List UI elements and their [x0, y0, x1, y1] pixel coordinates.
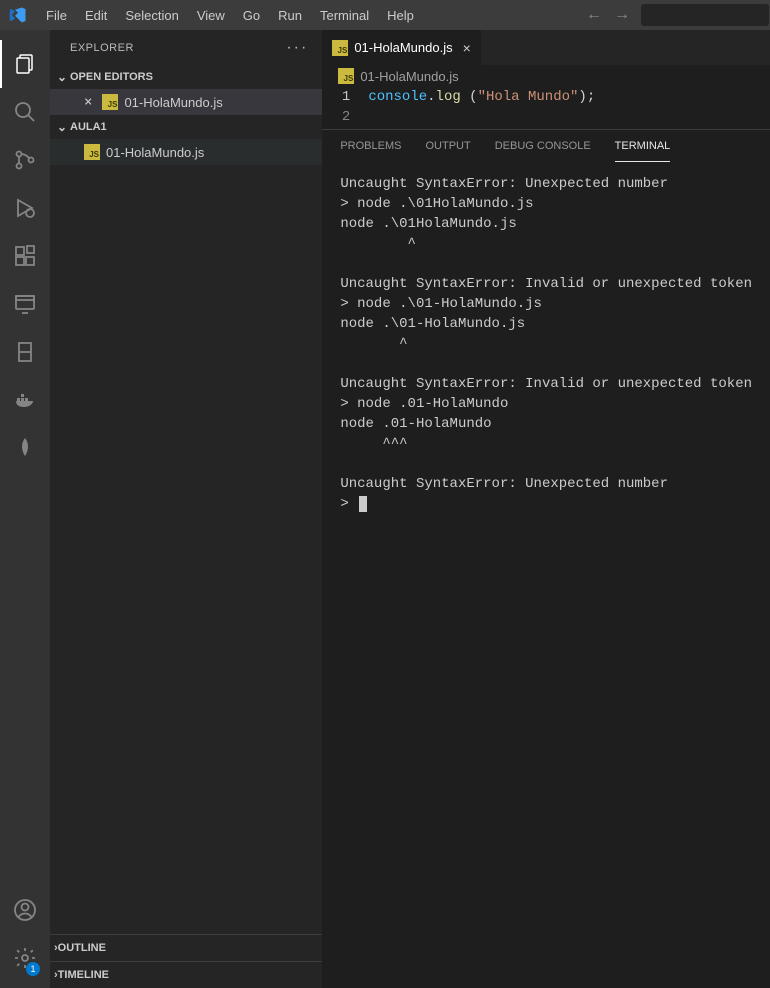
js-file-icon: JS — [84, 144, 100, 160]
menu-help[interactable]: Help — [379, 4, 422, 27]
settings-badge: 1 — [26, 962, 40, 976]
close-icon[interactable]: × — [84, 94, 92, 110]
nav-arrows: ← → — [586, 6, 630, 24]
extensions-icon[interactable] — [0, 232, 50, 280]
terminal-output[interactable]: Uncaught SyntaxError: Unexpected number … — [322, 162, 770, 527]
outline-label: OUTLINE — [58, 942, 106, 954]
editor-tab[interactable]: JS 01-HolaMundo.js × — [322, 30, 481, 65]
folder-header[interactable]: ⌄ AULA1 — [50, 115, 322, 139]
tab-terminal[interactable]: TERMINAL — [615, 130, 671, 162]
folder-label: AULA1 — [70, 121, 107, 133]
menu-view[interactable]: View — [189, 4, 233, 27]
tab-output[interactable]: OUTPUT — [425, 130, 470, 162]
menu-go[interactable]: Go — [235, 4, 268, 27]
remote-explorer-icon[interactable] — [0, 280, 50, 328]
menu-bar: File Edit Selection View Go Run Terminal… — [38, 4, 422, 27]
close-icon[interactable]: × — [463, 40, 471, 56]
bottom-panel: PROBLEMS OUTPUT DEBUG CONSOLE TERMINAL U… — [322, 129, 770, 527]
js-file-icon: JS — [332, 40, 348, 56]
explorer-icon[interactable] — [0, 40, 50, 88]
command-center-input[interactable] — [640, 3, 770, 27]
tree-filename: 01-HolaMundo.js — [106, 145, 204, 160]
terminal-text: Uncaught SyntaxError: Unexpected number … — [340, 176, 752, 512]
database-icon[interactable] — [0, 328, 50, 376]
open-editors-header[interactable]: ⌄ OPEN EDITORS — [50, 65, 322, 89]
tab-problems[interactable]: PROBLEMS — [340, 130, 401, 162]
settings-gear-icon[interactable]: 1 — [0, 934, 50, 982]
code-editor[interactable]: 1 console.log ("Hola Mundo"); 2 — [322, 87, 770, 129]
menu-selection[interactable]: Selection — [117, 4, 186, 27]
open-editor-item[interactable]: × JS 01-HolaMundo.js — [50, 89, 322, 115]
js-file-icon: JS — [102, 94, 118, 110]
activity-bar: 1 — [0, 30, 50, 988]
explorer-sidebar: EXPLORER ··· ⌄ OPEN EDITORS × JS 01-Hola… — [50, 30, 322, 988]
open-editor-filename: 01-HolaMundo.js — [124, 95, 222, 110]
chevron-down-icon: ⌄ — [54, 70, 70, 84]
title-bar: File Edit Selection View Go Run Terminal… — [0, 0, 770, 30]
line-number: 1 — [322, 89, 368, 109]
mongodb-leaf-icon[interactable] — [0, 424, 50, 472]
outline-section[interactable]: › OUTLINE — [50, 934, 322, 961]
line-number: 2 — [322, 109, 368, 129]
menu-edit[interactable]: Edit — [77, 4, 115, 27]
timeline-label: TIMELINE — [58, 969, 109, 981]
timeline-section[interactable]: › TIMELINE — [50, 961, 322, 988]
nav-back-icon[interactable]: ← — [586, 6, 602, 24]
editor-area: JS 01-HolaMundo.js × JS 01-HolaMundo.js … — [322, 30, 770, 988]
menu-run[interactable]: Run — [270, 4, 310, 27]
explorer-more-icon[interactable]: ··· — [286, 39, 308, 57]
open-editors-label: OPEN EDITORS — [70, 71, 153, 83]
breadcrumb[interactable]: JS 01-HolaMundo.js — [322, 65, 770, 87]
breadcrumb-label: 01-HolaMundo.js — [360, 69, 458, 84]
terminal-cursor — [359, 496, 367, 512]
search-icon[interactable] — [0, 88, 50, 136]
nav-forward-icon[interactable]: → — [614, 6, 630, 24]
source-control-icon[interactable] — [0, 136, 50, 184]
file-tree-item[interactable]: JS 01-HolaMundo.js — [50, 139, 322, 165]
menu-file[interactable]: File — [38, 4, 75, 27]
chevron-down-icon: ⌄ — [54, 120, 70, 134]
vscode-logo-icon — [8, 5, 28, 25]
panel-tabs: PROBLEMS OUTPUT DEBUG CONSOLE TERMINAL — [322, 130, 770, 162]
code-line-1: console.log ("Hola Mundo"); — [368, 89, 595, 109]
tab-label: 01-HolaMundo.js — [354, 40, 452, 55]
js-file-icon: JS — [338, 68, 354, 84]
docker-icon[interactable] — [0, 376, 50, 424]
accounts-icon[interactable] — [0, 886, 50, 934]
run-debug-icon[interactable] — [0, 184, 50, 232]
explorer-title: EXPLORER — [70, 42, 134, 54]
menu-terminal[interactable]: Terminal — [312, 4, 377, 27]
editor-tabs: JS 01-HolaMundo.js × — [322, 30, 770, 65]
tab-debug-console[interactable]: DEBUG CONSOLE — [495, 130, 591, 162]
